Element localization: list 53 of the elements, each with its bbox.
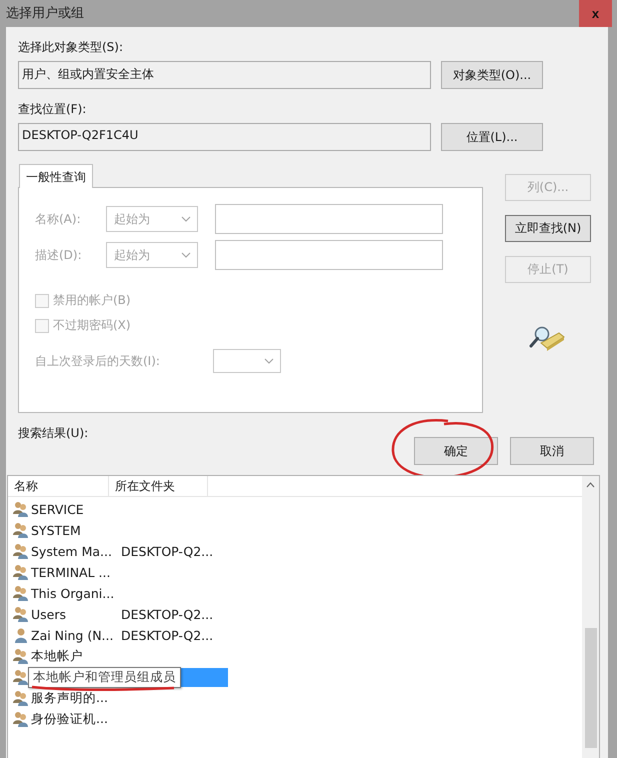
result-folder: DESKTOP-Q2... (120, 544, 214, 559)
cancel-button[interactable]: 取消 (510, 437, 594, 465)
result-name[interactable]: SERVICE (30, 502, 115, 517)
vertical-scrollbar[interactable] (582, 476, 599, 758)
result-name[interactable]: System Ma... (30, 544, 115, 559)
checkbox-label: 不过期密码(X) (53, 317, 131, 334)
query-tab[interactable]: 一般性查询 (19, 164, 93, 188)
scrollbar-thumb[interactable] (584, 628, 596, 748)
checkbox-label: 禁用的帐户(B) (53, 292, 131, 309)
column-header[interactable]: 名称 (8, 476, 109, 496)
user-group-icon (12, 606, 30, 623)
magnifier-icon (529, 325, 565, 351)
result-name[interactable]: 服务声明的... (30, 690, 115, 707)
location-field: DESKTOP-Q2F1C4U (18, 123, 431, 151)
search-results-label: 搜索结果(U): (18, 425, 88, 442)
chevron-down-icon (181, 216, 191, 222)
side-button[interactable]: 立即查找(N) (505, 215, 591, 242)
user-group-icon (12, 669, 30, 686)
tooltip: 本地帐户和管理员组成员 (28, 667, 181, 688)
result-name[interactable]: SYSTEM (30, 523, 115, 538)
result-name[interactable]: This Organi... (30, 586, 115, 601)
result-name[interactable]: 本地帐户 (30, 648, 115, 665)
result-folder: DESKTOP-Q2... (120, 607, 214, 622)
user-group-icon (12, 522, 30, 539)
user-group-icon (12, 711, 30, 728)
locations-button[interactable]: 位置(L)... (441, 123, 543, 151)
user-group-icon (12, 648, 30, 665)
result-name[interactable]: Users (30, 607, 115, 622)
scroll-up-icon (586, 482, 595, 488)
user-group-icon (12, 585, 30, 602)
user-group-icon (12, 543, 30, 560)
result-name[interactable]: Zai Ning (N... (30, 628, 115, 643)
query-label: 描述(D): (35, 246, 83, 264)
days-dropdown[interactable] (213, 349, 281, 373)
user-group-icon (12, 564, 30, 581)
object-type-field: 用户、组或内置安全主体 (18, 61, 431, 89)
days-label: 自上次登录后的天数(I): (35, 352, 161, 370)
ok-button[interactable]: 确定 (414, 437, 498, 465)
close-button[interactable]: x (579, 0, 612, 27)
user-icon (12, 627, 30, 644)
user-group-icon (12, 690, 30, 707)
object-type-label: 选择此对象类型(S): (18, 39, 124, 56)
column-header[interactable]: 所在文件夹 (109, 476, 208, 496)
result-name[interactable]: 身份验证机... (30, 711, 115, 728)
object-types-button[interactable]: 对象类型(O)... (441, 61, 543, 89)
location-label: 查找位置(F): (18, 101, 86, 118)
window-title: 选择用户或组 (6, 5, 84, 22)
query-label: 名称(A): (35, 210, 82, 228)
result-folder: DESKTOP-Q2... (120, 628, 214, 643)
user-group-icon (12, 501, 30, 518)
chevron-down-icon (181, 252, 191, 258)
result-name[interactable]: TERMINAL ... (30, 565, 115, 580)
chevron-down-icon (264, 358, 274, 364)
